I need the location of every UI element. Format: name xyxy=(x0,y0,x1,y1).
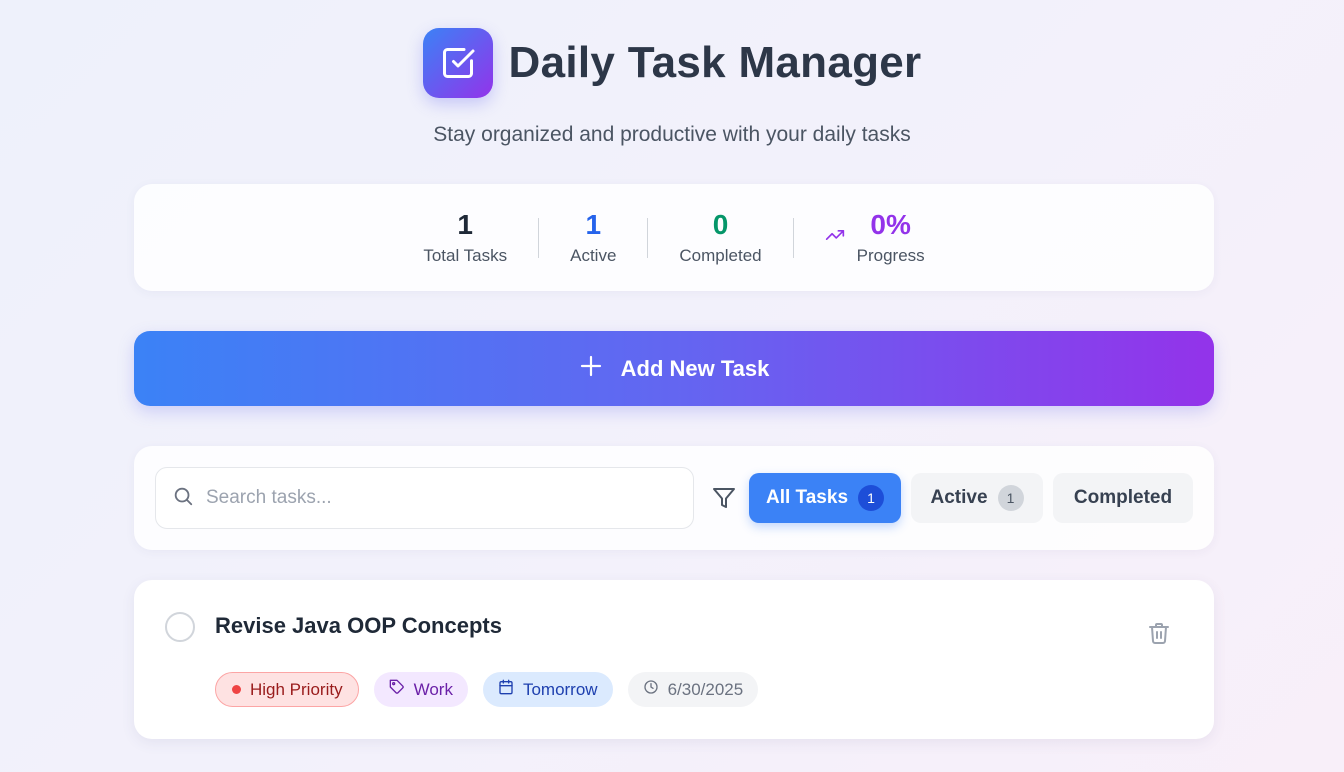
page-title: Daily Task Manager xyxy=(508,38,922,87)
calendar-icon xyxy=(498,679,514,700)
date-label: 6/30/2025 xyxy=(667,679,744,699)
task-card: Revise Java OOP Concepts High Priority W… xyxy=(134,580,1214,739)
task-tags: High Priority Work Tomorrow 6/30/2025 xyxy=(215,672,759,707)
priority-dot-icon xyxy=(232,685,241,694)
tab-completed[interactable]: Completed xyxy=(1053,473,1193,523)
app-header: Daily Task Manager xyxy=(0,28,1344,98)
trending-up-icon xyxy=(825,225,845,250)
stat-completed-value: 0 xyxy=(712,209,729,241)
stats-panel: 1 Total Tasks 1 Active 0 Completed 0% Pr… xyxy=(134,184,1214,291)
priority-label: High Priority xyxy=(250,679,343,699)
filter-bar: All Tasks 1 Active 1 Completed xyxy=(134,446,1214,550)
stat-total-label: Total Tasks xyxy=(423,245,508,265)
stat-active-label: Active xyxy=(570,245,617,265)
category-label: Work xyxy=(413,679,453,699)
tab-all-count-badge: 1 xyxy=(858,485,885,511)
filter-icon xyxy=(712,486,736,515)
stat-total: 1 Total Tasks xyxy=(392,209,538,265)
stat-completed: 0 Completed xyxy=(648,209,792,265)
search-input[interactable] xyxy=(206,487,693,509)
due-tag: Tomorrow xyxy=(482,672,613,707)
due-label: Tomorrow xyxy=(522,679,598,699)
tab-completed-label: Completed xyxy=(1073,487,1173,508)
page-subtitle: Stay organized and productive with your … xyxy=(433,123,911,146)
stat-active: 1 Active xyxy=(539,209,647,265)
search-icon xyxy=(172,485,194,512)
plus-icon xyxy=(579,354,603,384)
search-box xyxy=(155,467,694,529)
add-task-button[interactable]: Add New Task xyxy=(134,331,1214,406)
stat-progress-label: Progress xyxy=(856,245,925,265)
tag-icon xyxy=(389,679,405,700)
add-task-label: Add New Task xyxy=(620,355,770,381)
stat-progress-value: 0% xyxy=(870,209,911,241)
stat-active-value: 1 xyxy=(585,209,602,241)
date-tag: 6/30/2025 xyxy=(627,672,759,707)
tab-all-tasks[interactable]: All Tasks 1 xyxy=(749,473,901,523)
tab-active-count-badge: 1 xyxy=(997,485,1024,511)
tab-all-label: All Tasks xyxy=(765,487,849,508)
task-title: Revise Java OOP Concepts xyxy=(215,613,502,638)
task-complete-checkbox[interactable] xyxy=(165,612,195,642)
priority-tag: High Priority xyxy=(215,672,359,707)
tab-active[interactable]: Active 1 xyxy=(911,473,1043,523)
checkbox-logo-icon xyxy=(422,28,493,98)
clock-icon xyxy=(643,679,659,700)
trash-icon[interactable] xyxy=(1147,620,1171,651)
stat-progress: 0% Progress xyxy=(794,209,956,265)
stat-total-value: 1 xyxy=(457,209,473,241)
tab-active-label: Active xyxy=(930,487,988,508)
stat-completed-label: Completed xyxy=(679,245,762,265)
category-tag: Work xyxy=(373,672,468,707)
